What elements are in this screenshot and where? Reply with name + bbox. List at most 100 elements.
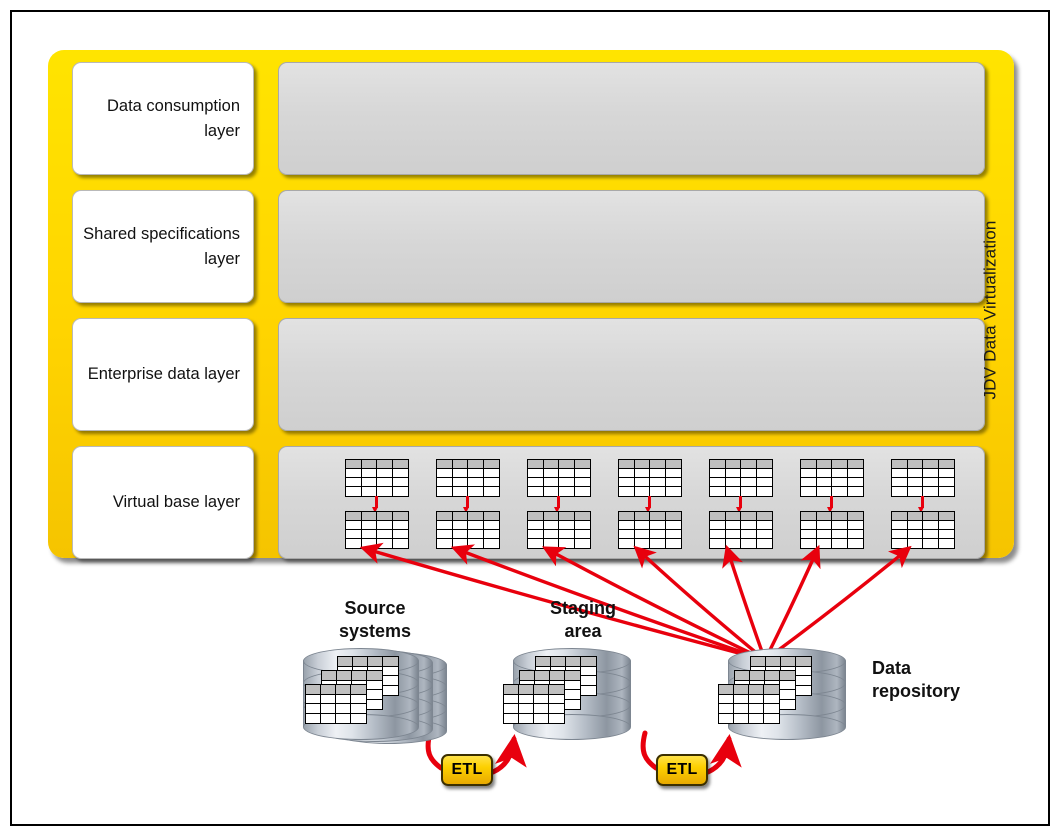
table-cell (847, 478, 863, 487)
table-cell (756, 521, 772, 530)
table-icon (527, 459, 591, 497)
table-cell (832, 512, 848, 521)
table-cell (520, 671, 535, 681)
table-cell (725, 487, 741, 496)
table-cell (764, 704, 779, 714)
virtual-base-table-pair[interactable] (345, 459, 409, 549)
table-cell (907, 530, 923, 539)
table-cell (847, 521, 863, 530)
table-cell (847, 530, 863, 539)
table-cell (377, 460, 393, 469)
etl-box-source-to-staging[interactable]: ETL (441, 754, 493, 786)
data-repository-cylinder[interactable] (718, 648, 846, 740)
table-cell (559, 460, 575, 469)
table-cell (781, 657, 796, 667)
table-cell (383, 657, 398, 667)
table-cell (483, 487, 499, 496)
table-cell (468, 539, 484, 548)
table-cell (377, 539, 393, 548)
table-cell (574, 469, 590, 478)
table-cell (832, 539, 848, 548)
table-cell (741, 478, 757, 487)
table-cell (392, 487, 408, 496)
layer-label-text: Shared specifications layer (83, 224, 240, 268)
table-cell (650, 469, 666, 478)
table-cell (665, 487, 681, 496)
table-cell (574, 487, 590, 496)
table-cell (361, 469, 377, 478)
table-cell (665, 478, 681, 487)
table-cell (619, 487, 635, 496)
virtual-base-table-pair[interactable] (800, 459, 864, 549)
source-systems-cylinder[interactable] (303, 648, 447, 744)
table-cell (907, 512, 923, 521)
table-cell (796, 666, 811, 676)
virtual-base-table-pair[interactable] (618, 459, 682, 549)
table-cell (574, 512, 590, 521)
table-cell (816, 478, 832, 487)
table-cell (468, 512, 484, 521)
table-cell (392, 530, 408, 539)
table-cell (710, 478, 726, 487)
table-cell (749, 704, 764, 714)
table-cell (483, 521, 499, 530)
table-cell (938, 478, 954, 487)
table-cell (452, 487, 468, 496)
table-cell (801, 478, 817, 487)
table-cell (468, 530, 484, 539)
table-cell (938, 460, 954, 469)
table-cell (847, 512, 863, 521)
table-cell (468, 460, 484, 469)
table-cell (710, 469, 726, 478)
table-cell (923, 487, 939, 496)
table-cell (534, 694, 549, 704)
table-cell (452, 469, 468, 478)
layer-content-data-consumption[interactable] (278, 62, 985, 175)
table-cell (336, 685, 351, 695)
table-cell (650, 530, 666, 539)
table-icon (503, 684, 565, 724)
table-cell (907, 539, 923, 548)
table-cell (528, 512, 544, 521)
staging-area-cylinder[interactable] (503, 648, 631, 740)
etl-box-staging-to-repository[interactable]: ETL (656, 754, 708, 786)
table-cell (923, 521, 939, 530)
layer-label-data-consumption[interactable]: Data consumption layer (72, 62, 254, 175)
table-cell (796, 676, 811, 686)
table-cell (581, 676, 596, 686)
layer-content-enterprise-data[interactable] (278, 318, 985, 431)
table-cell (377, 487, 393, 496)
table-cell (907, 469, 923, 478)
table-cell (452, 478, 468, 487)
virtual-base-table-pair[interactable] (527, 459, 591, 549)
table-cell (351, 704, 366, 714)
layer-label-enterprise-data[interactable]: Enterprise data layer (72, 318, 254, 431)
table-cell (519, 713, 534, 723)
table-cell (765, 671, 780, 681)
layer-content-shared-specifications[interactable] (278, 190, 985, 303)
table-cell (756, 478, 772, 487)
table-icon (709, 459, 773, 497)
table-cell (574, 478, 590, 487)
virtual-base-table-pair[interactable] (891, 459, 955, 549)
etl-label: ETL (451, 761, 483, 778)
layer-content-virtual-base[interactable] (278, 446, 985, 559)
table-cell (634, 487, 650, 496)
table-icon (891, 511, 955, 549)
table-cell (892, 521, 908, 530)
table-cell (321, 713, 336, 723)
table-cell (346, 487, 362, 496)
table-cell (907, 478, 923, 487)
layer-label-virtual-base[interactable]: Virtual base layer (72, 446, 254, 559)
table-cell (543, 539, 559, 548)
table-cell (519, 704, 534, 714)
table-cell (907, 521, 923, 530)
virtual-base-table-pair[interactable] (436, 459, 500, 549)
layer-label-shared-specifications[interactable]: Shared specifications layer (72, 190, 254, 303)
virtual-base-table-pair[interactable] (709, 459, 773, 549)
table-cell (725, 460, 741, 469)
table-cell (832, 530, 848, 539)
table-cell (619, 512, 635, 521)
table-cell (816, 539, 832, 548)
table-cell (734, 704, 749, 714)
